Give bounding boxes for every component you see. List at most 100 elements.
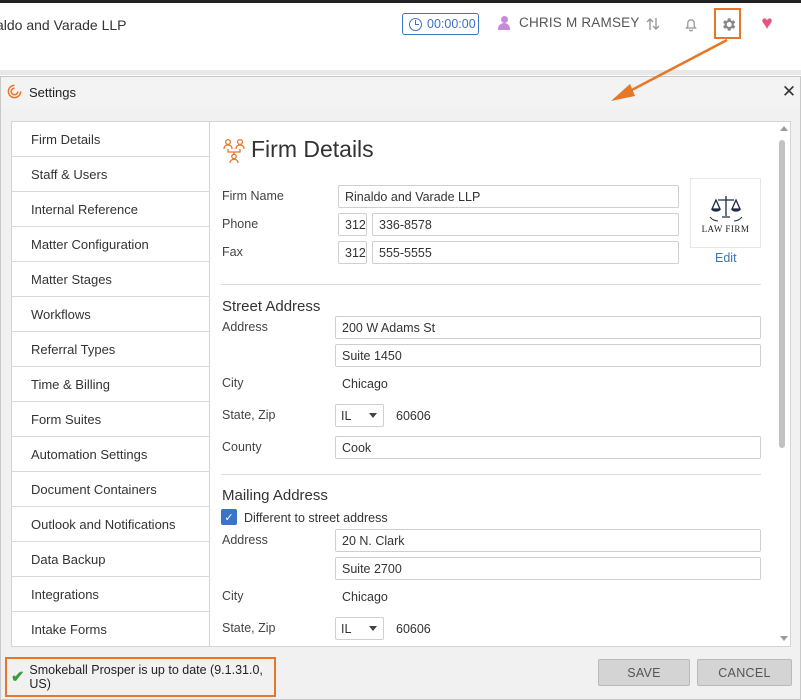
chevron-down-icon — [369, 413, 377, 418]
firm-details-content: Firm Details Firm Name Rinaldo and Varad… — [211, 122, 790, 646]
sidebar-item-time-billing[interactable]: Time & Billing — [12, 367, 209, 402]
mailing-city-label: City — [222, 589, 244, 603]
timer-value: 00:00:00 — [427, 17, 476, 31]
street-address-line1-field[interactable]: 200 W Adams St — [335, 316, 761, 339]
firm-name-header: aldo and Varade LLP — [0, 17, 127, 33]
sidebar-item-internal-reference[interactable]: Internal Reference — [12, 192, 209, 227]
sidebar-item-label: Outlook and Notifications — [31, 516, 176, 532]
sidebar-item-staff-users[interactable]: Staff & Users — [12, 157, 209, 192]
street-zip-field[interactable]: 60606 — [389, 404, 761, 427]
gear-highlight-box — [714, 8, 741, 39]
heart-icon[interactable]: ♥ — [756, 13, 778, 35]
sidebar-item-label: Form Suites — [31, 411, 102, 427]
firm-name-field[interactable]: Rinaldo and Varade LLP — [338, 185, 679, 208]
sidebar-item-label: Workflows — [31, 306, 91, 322]
bell-icon[interactable] — [680, 13, 702, 35]
different-address-label: Different to street address — [244, 511, 388, 525]
street-address-label: Address — [222, 320, 268, 334]
section-divider — [221, 474, 761, 475]
mailing-address-line1-field[interactable]: 20 N. Clark — [335, 529, 761, 552]
page-title: Firm Details — [251, 136, 374, 162]
mailing-address-heading: Mailing Address — [222, 487, 328, 504]
sidebar-item-integrations[interactable]: Integrations — [12, 577, 209, 612]
street-address-heading: Street Address — [222, 298, 321, 315]
firm-name-label: Firm Name — [222, 189, 284, 203]
settings-panel: Firm Details Staff & Users Internal Refe… — [11, 121, 791, 647]
sidebar-item-label: Automation Settings — [31, 446, 148, 462]
user-menu[interactable]: CHRIS M RAMSEY — [497, 15, 640, 30]
firm-logo[interactable]: LAW FIRM — [690, 178, 761, 248]
save-button[interactable]: SAVE — [598, 659, 690, 686]
sidebar-item-document-containers[interactable]: Document Containers — [12, 472, 209, 507]
fax-number-field[interactable]: 555-5555 — [372, 241, 679, 264]
sidebar-item-data-backup[interactable]: Data Backup — [12, 542, 209, 577]
dialog-titlebar: Settings ✕ — [1, 77, 800, 107]
street-address-line2-field[interactable]: Suite 1450 — [335, 344, 761, 367]
sidebar-item-label: Integrations — [31, 586, 99, 602]
close-icon[interactable]: ✕ — [779, 81, 799, 103]
sidebar-item-label: Time & Billing — [31, 376, 110, 392]
mailing-city-field[interactable]: Chicago — [335, 585, 761, 608]
settings-sidebar: Firm Details Staff & Users Internal Refe… — [12, 122, 210, 646]
street-city-field[interactable]: Chicago — [335, 372, 761, 395]
sidebar-item-matter-configuration[interactable]: Matter Configuration — [12, 227, 209, 262]
street-city-label: City — [222, 376, 244, 390]
settings-dialog: Settings ✕ Firm Details Staff & Users In… — [0, 76, 801, 700]
update-status-text: Smokeball Prosper is up to date (9.1.31.… — [29, 663, 263, 691]
cancel-button[interactable]: CANCEL — [697, 659, 792, 686]
mailing-address-label: Address — [222, 533, 268, 547]
scroll-down-icon[interactable] — [780, 636, 788, 641]
sidebar-item-workflows[interactable]: Workflows — [12, 297, 209, 332]
mailing-zip-field[interactable]: 60606 — [389, 617, 761, 640]
different-address-checkbox[interactable]: ✓ — [221, 509, 237, 525]
mailing-address-line2-field[interactable]: Suite 2700 — [335, 557, 761, 580]
section-divider — [221, 284, 761, 285]
sidebar-item-form-suites[interactable]: Form Suites — [12, 402, 209, 437]
scroll-up-icon[interactable] — [780, 126, 788, 131]
phone-label: Phone — [222, 217, 259, 231]
fax-label: Fax — [222, 245, 243, 259]
sync-icon[interactable] — [642, 13, 664, 35]
street-state-value: IL — [341, 408, 352, 423]
mailing-state-select[interactable]: IL — [335, 617, 384, 640]
fax-area-code-field[interactable]: 312 — [338, 241, 367, 264]
people-network-icon — [223, 138, 245, 163]
sidebar-item-label: Internal Reference — [31, 201, 138, 217]
street-state-zip-label: State, Zip — [222, 408, 276, 422]
sidebar-item-label: Intake Forms — [31, 621, 107, 637]
mailing-state-zip-label: State, Zip — [222, 621, 276, 635]
sidebar-item-label: Document Containers — [31, 481, 157, 497]
county-label: County — [222, 440, 262, 454]
sidebar-item-label: Matter Stages — [31, 271, 112, 287]
sidebar-item-label: Referral Types — [31, 341, 116, 357]
scales-of-justice-icon — [709, 195, 742, 221]
sidebar-item-intake-forms[interactable]: Intake Forms — [12, 612, 209, 646]
sidebar-item-label: Staff & Users — [31, 166, 108, 182]
sidebar-item-outlook-notifications[interactable]: Outlook and Notifications — [12, 507, 209, 542]
user-icon — [497, 15, 511, 30]
check-icon: ✔ — [11, 669, 25, 686]
top-app-bar: aldo and Varade LLP 00:00:00 CHRIS M RAM… — [0, 0, 801, 70]
sidebar-item-label: Matter Configuration — [31, 236, 149, 252]
clock-icon — [409, 17, 422, 31]
sidebar-item-firm-details[interactable]: Firm Details — [12, 122, 209, 157]
smokeball-logo-icon — [7, 84, 22, 99]
user-name: CHRIS M RAMSEY — [519, 15, 640, 30]
phone-area-code-field[interactable]: 312 — [338, 213, 367, 236]
sidebar-item-matter-stages[interactable]: Matter Stages — [12, 262, 209, 297]
content-scrollbar[interactable] — [776, 122, 790, 646]
chevron-down-icon — [369, 626, 377, 631]
mailing-state-value: IL — [341, 621, 352, 636]
street-state-select[interactable]: IL — [335, 404, 384, 427]
sidebar-item-label: Firm Details — [31, 131, 101, 147]
sidebar-item-automation-settings[interactable]: Automation Settings — [12, 437, 209, 472]
scroll-thumb[interactable] — [779, 140, 785, 448]
county-field[interactable]: Cook — [335, 436, 761, 459]
phone-number-field[interactable]: 336-8578 — [372, 213, 679, 236]
sidebar-item-referral-types[interactable]: Referral Types — [12, 332, 209, 367]
logo-text: LAW FIRM — [701, 223, 750, 234]
timer-button[interactable]: 00:00:00 — [402, 13, 479, 35]
topbar-separator — [0, 70, 801, 75]
edit-logo-link[interactable]: Edit — [715, 251, 737, 265]
page-header: Firm Details — [221, 136, 374, 163]
